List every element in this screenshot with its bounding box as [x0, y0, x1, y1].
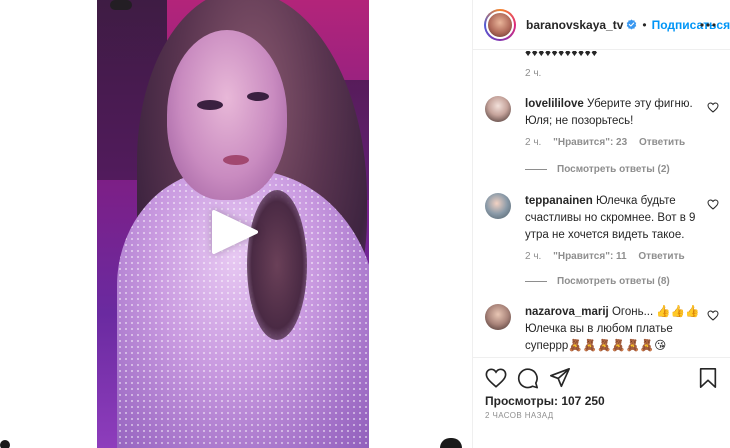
caption-time: 2 ч.	[525, 68, 542, 79]
share-icon[interactable]	[549, 367, 571, 389]
bottom-left-control	[0, 440, 10, 448]
heart-icon[interactable]	[707, 102, 719, 113]
comment-icon[interactable]	[517, 367, 539, 389]
commenter-username[interactable]: lovelililove	[525, 98, 584, 110]
post-side-panel: baranovskaya_tv • Подписаться ♦♦♦♦♦♦♦♦♦♦…	[472, 0, 730, 448]
post-actions: Просмотры: 107 250 2 ЧАСОВ НАЗАД	[473, 357, 730, 448]
comment-meta: 2 ч. "Нравится": 11 Ответить	[525, 251, 694, 262]
commenter-avatar[interactable]	[485, 96, 511, 122]
post-timestamp: 2 ЧАСОВ НАЗАД	[485, 411, 554, 420]
comment-likes[interactable]: "Нравится": 23	[553, 137, 627, 148]
comment-text: lovelililove Уберите эту фигню. Юля; не …	[525, 96, 705, 130]
top-corner-control	[110, 0, 132, 10]
author-avatar[interactable]	[484, 8, 516, 41]
commenter-username[interactable]: nazarova_marij	[525, 306, 609, 318]
replies-divider	[525, 281, 547, 282]
heart-icon[interactable]	[707, 199, 719, 210]
video-face	[167, 30, 287, 200]
commenter-avatar[interactable]	[485, 304, 511, 330]
author-avatar-image	[486, 10, 514, 39]
comment-meta: 2 ч. "Нравится": 23 Ответить	[525, 137, 694, 148]
heart-icon[interactable]	[707, 310, 719, 321]
comments-list[interactable]: ♦♦♦♦♦♦♦♦♦♦♦ 2 ч. lovelililove Уберите эт…	[473, 51, 730, 357]
commenter-avatar[interactable]	[485, 193, 511, 219]
reply-button[interactable]: Ответить	[638, 251, 684, 262]
view-replies-button[interactable]: Посмотреть ответы (8)	[525, 276, 670, 287]
comment-time: 2 ч.	[525, 137, 542, 148]
view-replies-label: Посмотреть ответы (8)	[557, 276, 670, 287]
bookmark-icon[interactable]	[697, 367, 719, 389]
more-icon[interactable]	[697, 15, 719, 35]
views-count: Просмотры: 107 250	[485, 394, 605, 408]
video-lips	[223, 155, 249, 165]
author-username[interactable]: baranovskaya_tv	[526, 18, 623, 32]
post-header: baranovskaya_tv • Подписаться	[473, 0, 730, 50]
commenter-username[interactable]: teppanainen	[525, 195, 593, 207]
truncated-caption: ♦♦♦♦♦♦♦♦♦♦♦	[525, 51, 598, 59]
comment-time: 2 ч.	[525, 251, 542, 262]
replies-divider	[525, 169, 547, 170]
comment-likes[interactable]: "Нравится": 11	[553, 251, 627, 262]
view-replies-button[interactable]: Посмотреть ответы (2)	[525, 164, 670, 175]
reply-button[interactable]: Ответить	[639, 137, 685, 148]
header-separator: •	[642, 17, 647, 32]
verified-badge-icon	[627, 19, 637, 30]
video-eye-left	[197, 100, 223, 110]
comment-text: teppanainen Юлечка будьте счастливы но с…	[525, 193, 705, 244]
video-eye-right	[247, 92, 269, 101]
play-button[interactable]	[208, 208, 260, 256]
view-replies-label: Посмотреть ответы (2)	[557, 164, 670, 175]
comment-text: nazarova_marij Огонь... 👍👍👍 Юлечка вы в …	[525, 304, 705, 355]
heart-icon[interactable]	[485, 367, 507, 389]
play-icon	[212, 210, 258, 254]
